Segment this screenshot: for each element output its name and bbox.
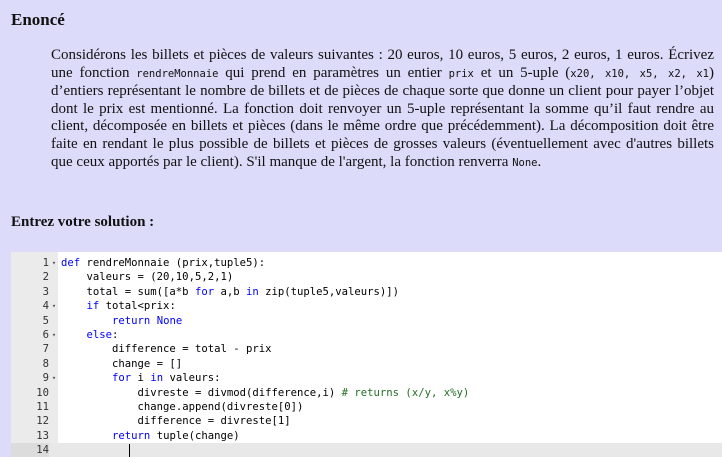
line-number: 10 xyxy=(36,386,49,399)
line-number: 9 xyxy=(42,372,49,385)
line-number: 11 xyxy=(36,401,49,413)
code-comment: # returns (x/y, x%y) xyxy=(341,386,470,399)
code-text: return None xyxy=(61,314,182,328)
code-text: else: xyxy=(61,328,119,342)
code-line[interactable]: 7 difference = total - prix xyxy=(11,342,722,356)
code-line[interactable]: 4 ▾ if total<prix: xyxy=(11,299,722,313)
code-text: return tuple(change) xyxy=(61,429,240,443)
code-line[interactable]: 3 total = sum([a*b for a,b in zip(tuple5… xyxy=(11,285,722,299)
code-keyword: return xyxy=(112,429,151,442)
code-editor[interactable]: 1 ▾ def rendreMonnaie (prix,tuple5): 2 vale… xyxy=(11,252,722,457)
line-number: 4 xyxy=(42,300,49,313)
code-line[interactable]: 12 difference = divreste[1] xyxy=(11,414,722,428)
fold-toggle-icon[interactable]: ▾ xyxy=(50,328,58,342)
line-number: 13 xyxy=(36,429,49,442)
code-line[interactable]: 5 return None xyxy=(11,314,722,328)
code-text: difference = total - prix xyxy=(61,342,271,356)
statement-text-2: qui prend en paramètres un entier xyxy=(218,64,449,81)
line-number: 2 xyxy=(42,271,49,284)
code-text: change = [] xyxy=(61,357,182,371)
code-text: valeurs = (20,10,5,2,1) xyxy=(61,270,234,284)
code-text: change.append(divreste[0]) xyxy=(61,400,304,414)
code-keyword: in xyxy=(150,372,164,385)
none-keyword: None xyxy=(512,156,538,169)
code-body: rendreMonnaie (prix,tuple5): xyxy=(80,257,266,269)
code-line[interactable]: 13 return tuple(change) xyxy=(11,429,722,443)
code-body: : xyxy=(112,329,119,341)
code-line[interactable]: 11 change.append(divreste[0]) xyxy=(11,400,722,414)
code-body: tuple(change) xyxy=(150,429,240,442)
code-line[interactable]: 2 valeurs = (20,10,5,2,1) xyxy=(11,270,722,284)
code-text: def rendreMonnaie (prix,tuple5): xyxy=(61,256,265,270)
solution-label: Entrez votre solution : xyxy=(11,214,155,230)
code-body: valeurs = (20,10,5,2,1) xyxy=(86,271,234,284)
code-line[interactable]: 6 ▾ else: xyxy=(11,328,722,342)
code-keyword: def xyxy=(61,257,81,269)
fold-toggle-icon[interactable]: ▾ xyxy=(50,256,58,270)
code-body: difference = total - prix xyxy=(112,343,272,356)
code-body: difference = divreste[1] xyxy=(137,415,291,428)
code-text: divreste = divmod(difference,i) # return… xyxy=(61,386,470,400)
page-title: Enoncé xyxy=(11,10,65,29)
code-line[interactable]: 14 xyxy=(11,443,722,457)
param-name: prix xyxy=(448,67,474,80)
code-text: difference = divreste[1] xyxy=(61,414,291,428)
line-number: 1 xyxy=(42,257,49,269)
line-number: 8 xyxy=(42,357,49,370)
code-line[interactable]: 1 ▾ def rendreMonnaie (prix,tuple5): xyxy=(11,256,722,270)
fold-toggle-icon[interactable]: ▾ xyxy=(50,371,58,385)
statement-text-3: et un 5-uple ( xyxy=(473,64,571,81)
code-body: change = [] xyxy=(112,357,183,370)
code-text: for i in valeurs: xyxy=(61,371,220,385)
code-line[interactable]: 10 divreste = divmod(difference,i) # ret… xyxy=(11,386,722,400)
line-number: 6 xyxy=(42,329,49,341)
line-number: 14 xyxy=(11,443,49,457)
code-keyword: return xyxy=(112,314,151,327)
fold-toggle-icon[interactable]: ▾ xyxy=(50,299,58,313)
code-keyword: for xyxy=(112,372,132,385)
code-keyword: in xyxy=(245,285,259,298)
code-text: if total<prix: xyxy=(61,299,176,313)
line-number: 3 xyxy=(42,285,49,298)
code-body: None xyxy=(150,314,183,327)
code-body: i in valeurs: xyxy=(131,372,221,385)
problem-statement: Considérons les billets et pièces de val… xyxy=(51,47,714,172)
tuple-spec: x20, x10, x5, x2, x1 xyxy=(570,67,709,80)
line-number: 5 xyxy=(42,314,49,327)
code-keyword: else xyxy=(86,329,113,341)
code-keyword: None xyxy=(156,314,183,327)
code-body: divreste = divmod(difference,i) xyxy=(137,386,342,399)
statement-text-5: . xyxy=(537,153,542,170)
code-keyword: for xyxy=(194,285,215,298)
code-body: change.append(divreste[0]) xyxy=(137,401,304,413)
code-body: total = sum([a*b for a,b in zip(tuple5,v… xyxy=(86,285,400,298)
code-keyword: if xyxy=(86,300,100,313)
function-name: rendreMonnaie xyxy=(136,67,219,80)
code-line[interactable]: 8 change = [] xyxy=(11,357,722,371)
text-cursor xyxy=(129,444,130,457)
code-text: total = sum([a*b for a,b in zip(tuple5,v… xyxy=(61,285,400,299)
code-line[interactable]: 9 ▾ for i in valeurs: xyxy=(11,371,722,385)
line-number: 7 xyxy=(42,343,49,356)
line-number: 12 xyxy=(36,415,49,428)
code-body: total<prix: xyxy=(99,300,176,313)
